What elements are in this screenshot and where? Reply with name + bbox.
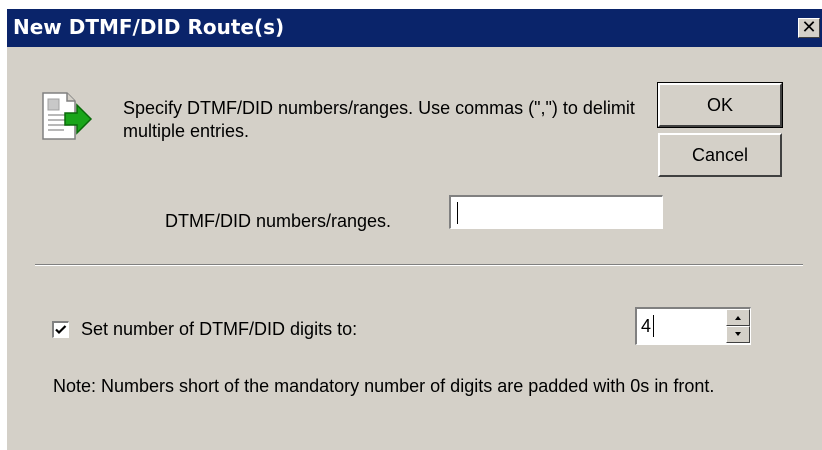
digits-checkbox-label[interactable]: Set number of DTMF/DID digits to:: [81, 319, 357, 340]
separator: [35, 264, 803, 266]
checkmark-icon: [55, 325, 67, 335]
spin-down-button[interactable]: [726, 326, 750, 343]
close-icon: ✕: [801, 17, 817, 38]
ok-button[interactable]: OK: [657, 82, 783, 128]
cancel-button[interactable]: Cancel: [658, 133, 782, 177]
title-bar[interactable]: New DTMF/DID Route(s) ✕: [7, 9, 822, 47]
text-caret: [457, 202, 458, 224]
spin-caret: [653, 315, 654, 337]
spin-down-arrow-icon: [735, 332, 741, 336]
document-arrow-icon: [42, 92, 93, 140]
dtmf-route-dialog: New DTMF/DID Route(s) ✕ Specify DTMF/DID…: [6, 8, 822, 450]
digits-value: 4: [641, 316, 652, 336]
spin-up-button[interactable]: [726, 309, 750, 326]
numbers-ranges-input[interactable]: [449, 195, 663, 229]
spin-up-arrow-icon: [735, 316, 741, 320]
window-title: New DTMF/DID Route(s): [13, 15, 285, 39]
digits-spinbox[interactable]: 4: [635, 307, 751, 345]
instructions-text: Specify DTMF/DID numbers/ranges. Use com…: [123, 98, 635, 141]
digits-checkbox[interactable]: [52, 321, 69, 338]
padding-note: Note: Numbers short of the mandatory num…: [53, 376, 715, 396]
numbers-ranges-label: DTMF/DID numbers/ranges.: [165, 211, 392, 231]
close-button[interactable]: ✕: [798, 18, 820, 38]
